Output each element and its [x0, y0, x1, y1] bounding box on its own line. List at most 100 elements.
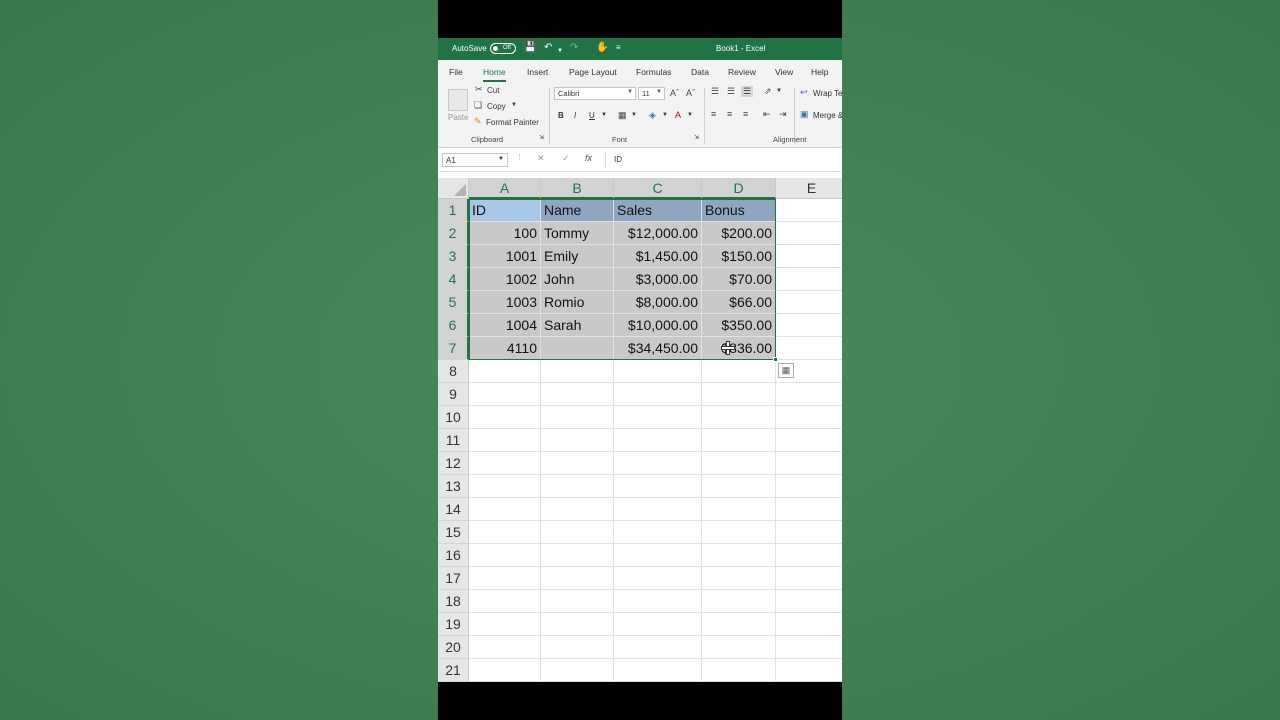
align-middle-icon[interactable]: ☰ [727, 86, 735, 97]
cell-b14[interactable] [541, 498, 614, 521]
cell-e13[interactable] [776, 475, 842, 498]
cell-c14[interactable] [614, 498, 702, 521]
cell-a11[interactable] [469, 429, 541, 452]
cell-e18[interactable] [776, 590, 842, 613]
tab-help[interactable]: Help [811, 67, 828, 77]
cell-c19[interactable] [614, 613, 702, 636]
cell-b11[interactable] [541, 429, 614, 452]
format-painter-button[interactable]: Format Painter [486, 118, 539, 127]
cell-d19[interactable] [702, 613, 776, 636]
cell-e1[interactable] [776, 199, 842, 222]
cell-e11[interactable] [776, 429, 842, 452]
row-header-11[interactable]: 11 [438, 429, 469, 452]
undo-dropdown-icon[interactable]: ▼ [557, 45, 563, 57]
cell-d1[interactable]: Bonus [702, 199, 776, 222]
cell-d5[interactable]: $66.00 [702, 291, 776, 314]
cell-a16[interactable] [469, 544, 541, 567]
tab-view[interactable]: View [775, 67, 793, 77]
column-header-b[interactable]: B [541, 178, 614, 199]
cell-c12[interactable] [614, 452, 702, 475]
align-bottom-icon[interactable]: ☰ [741, 86, 754, 97]
paste-button[interactable]: Paste [448, 113, 468, 122]
cell-b2[interactable]: Tommy [541, 222, 614, 245]
formula-input[interactable]: ID [605, 153, 842, 167]
cell-d11[interactable] [702, 429, 776, 452]
increase-font-size-icon[interactable]: Aˆ [670, 88, 679, 99]
cell-a20[interactable] [469, 636, 541, 659]
cell-c13[interactable] [614, 475, 702, 498]
cell-d4[interactable]: $70.00 [702, 268, 776, 291]
row-header-16[interactable]: 16 [438, 544, 469, 567]
cell-c15[interactable] [614, 521, 702, 544]
cell-a18[interactable] [469, 590, 541, 613]
cell-a1[interactable]: ID [469, 199, 541, 222]
row-header-6[interactable]: 6 [438, 314, 469, 337]
cell-e14[interactable] [776, 498, 842, 521]
row-header-18[interactable]: 18 [438, 590, 469, 613]
cut-button[interactable]: Cut [487, 86, 499, 95]
row-header-3[interactable]: 3 [438, 245, 469, 268]
cell-e19[interactable] [776, 613, 842, 636]
merge-center-button[interactable]: Merge & [813, 111, 842, 120]
enter-icon[interactable]: ✓ [562, 153, 570, 164]
row-header-2[interactable]: 2 [438, 222, 469, 245]
cell-d17[interactable] [702, 567, 776, 590]
cell-d14[interactable] [702, 498, 776, 521]
cell-c2[interactable]: $12,000.00 [614, 222, 702, 245]
cell-a6[interactable]: 1004 [469, 314, 541, 337]
row-header-8[interactable]: 8 [438, 360, 469, 383]
cell-b16[interactable] [541, 544, 614, 567]
cell-d21[interactable] [702, 659, 776, 682]
cell-b10[interactable] [541, 406, 614, 429]
cell-c16[interactable] [614, 544, 702, 567]
fill-handle[interactable] [773, 357, 778, 362]
italic-button[interactable]: I [574, 111, 576, 120]
cell-c8[interactable] [614, 360, 702, 383]
borders-icon[interactable]: ▦ [618, 110, 627, 121]
merge-center-icon[interactable]: ▣ [800, 109, 809, 120]
cell-d10[interactable] [702, 406, 776, 429]
row-header-20[interactable]: 20 [438, 636, 469, 659]
wrap-text-button[interactable]: Wrap Te [813, 89, 842, 98]
cell-e20[interactable] [776, 636, 842, 659]
fill-color-dropdown-icon[interactable]: ▼ [662, 112, 668, 118]
cell-b3[interactable]: Emily [541, 245, 614, 268]
column-header-c[interactable]: C [614, 178, 702, 199]
tab-data[interactable]: Data [691, 67, 709, 77]
row-header-10[interactable]: 10 [438, 406, 469, 429]
touch-mode-icon[interactable]: ✋ [596, 42, 608, 54]
cell-d12[interactable] [702, 452, 776, 475]
align-top-icon[interactable]: ☰ [711, 86, 719, 97]
column-header-a[interactable]: A [469, 178, 541, 199]
cell-b6[interactable]: Sarah [541, 314, 614, 337]
row-header-12[interactable]: 12 [438, 452, 469, 475]
font-size-select[interactable]: 11 ▼ [638, 87, 665, 100]
customize-toolbar-icon[interactable]: ≡ [616, 42, 621, 54]
bold-button[interactable]: B [558, 111, 564, 120]
column-header-d[interactable]: D [702, 178, 776, 199]
cell-b1[interactable]: Name [541, 199, 614, 222]
cell-c5[interactable]: $8,000.00 [614, 291, 702, 314]
cell-a7[interactable]: 4110 [469, 337, 541, 360]
cell-b20[interactable] [541, 636, 614, 659]
orientation-dropdown-icon[interactable]: ▼ [776, 88, 782, 94]
font-color-dropdown-icon[interactable]: ▼ [687, 112, 693, 118]
cell-b4[interactable]: John [541, 268, 614, 291]
paste-icon[interactable] [448, 89, 468, 111]
tab-insert[interactable]: Insert [527, 67, 548, 77]
decrease-indent-icon[interactable]: ⇤ [763, 109, 771, 120]
align-right-icon[interactable]: ≡ [743, 109, 748, 120]
cell-d7[interactable]: $836.00 [702, 337, 776, 360]
font-launcher-icon[interactable]: ⇲ [694, 134, 699, 141]
cell-d9[interactable] [702, 383, 776, 406]
cell-a19[interactable] [469, 613, 541, 636]
borders-dropdown-icon[interactable]: ▼ [631, 112, 637, 118]
row-header-19[interactable]: 19 [438, 613, 469, 636]
cell-b17[interactable] [541, 567, 614, 590]
cell-b19[interactable] [541, 613, 614, 636]
name-box[interactable]: A1 ▼ [442, 153, 508, 167]
tab-file[interactable]: File [449, 67, 463, 77]
cell-e15[interactable] [776, 521, 842, 544]
tab-home[interactable]: Home [483, 67, 506, 82]
underline-dropdown-icon[interactable]: ▼ [601, 112, 607, 118]
